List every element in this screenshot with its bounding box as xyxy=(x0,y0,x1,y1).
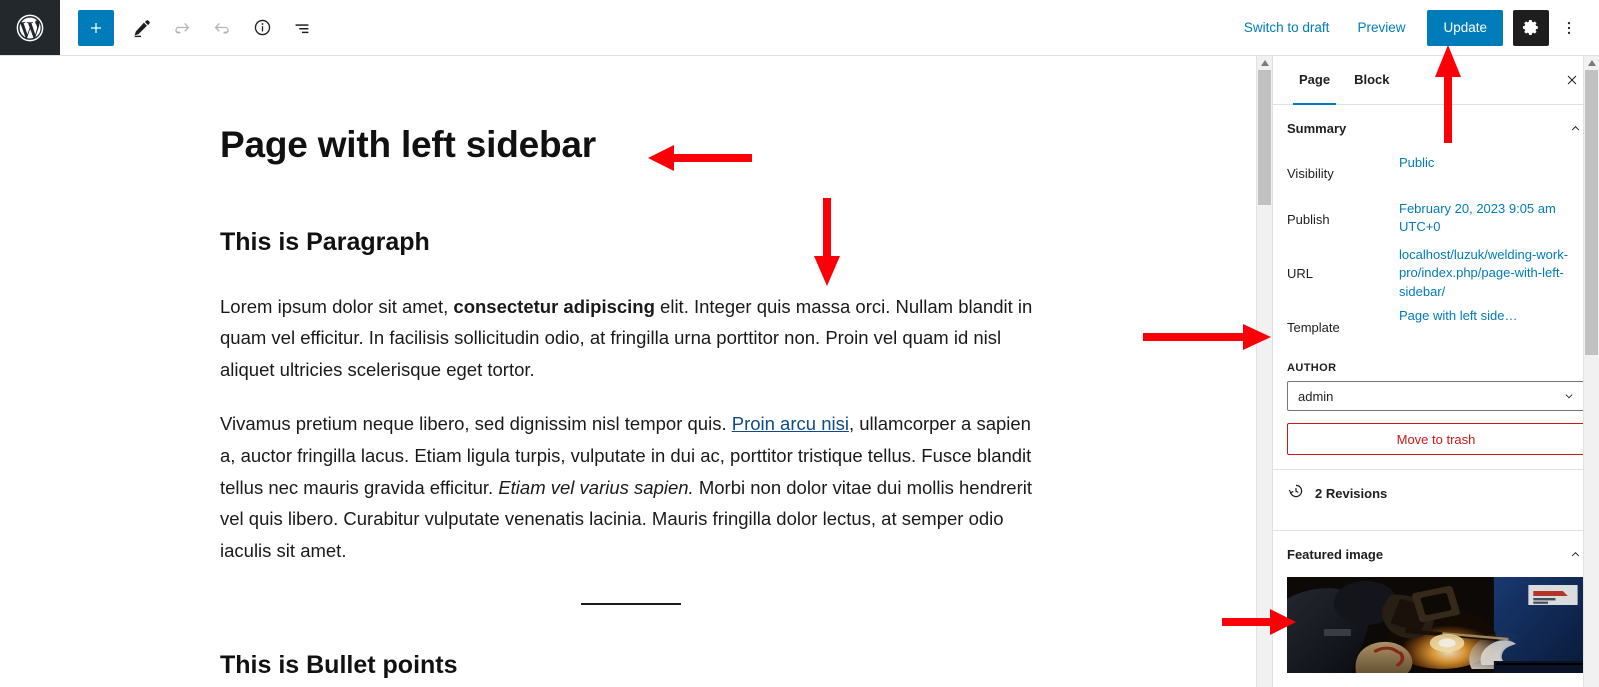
settings-sidebar: Page Block Summary Visibility Public Pub… xyxy=(1272,56,1599,687)
paragraph-1-bold-text: consectetur adipiscing xyxy=(453,295,655,317)
editor-canvas: Page with left sidebar This is Paragraph… xyxy=(60,56,1256,687)
page-title[interactable]: Page with left sidebar xyxy=(220,124,1060,167)
template-row: Template Page with left side… xyxy=(1287,304,1585,350)
redo-button[interactable] xyxy=(204,10,240,46)
update-button[interactable]: Update xyxy=(1427,9,1503,46)
document-details-button[interactable] xyxy=(244,10,280,46)
horizontal-rule-separator xyxy=(581,603,681,606)
url-label: URL xyxy=(1287,265,1314,281)
scroll-up-arrow-icon[interactable] xyxy=(1257,56,1272,70)
edit-mode-button[interactable] xyxy=(124,10,160,46)
add-block-button[interactable] xyxy=(78,9,114,46)
url-value[interactable]: localhost/luzuk/welding-work-pro/index.p… xyxy=(1399,246,1585,301)
revisions-count-label: 2 Revisions xyxy=(1315,485,1388,501)
chevron-up-icon xyxy=(1565,118,1585,138)
kebab-menu-icon[interactable] xyxy=(1553,10,1585,46)
toolbar-right-group: Switch to draft Preview Update xyxy=(1230,0,1599,55)
chevron-up-icon xyxy=(1565,544,1585,564)
preview-button[interactable]: Preview xyxy=(1343,14,1419,41)
editor-toolbar: Switch to draft Preview Update xyxy=(0,0,1599,56)
post-content-column: Page with left sidebar This is Paragraph… xyxy=(220,56,1060,680)
author-selected-value: admin xyxy=(1298,388,1334,404)
url-row: URL localhost/luzuk/welding-work-pro/ind… xyxy=(1287,243,1585,304)
gear-icon[interactable] xyxy=(1513,9,1549,46)
switch-to-draft-button[interactable]: Switch to draft xyxy=(1230,14,1344,41)
summary-meta-rows: Visibility Public Publish February 20, 2… xyxy=(1273,151,1599,358)
heading-this-is-paragraph[interactable]: This is Paragraph xyxy=(220,227,1060,257)
clock-revisions-icon xyxy=(1287,482,1305,505)
tab-block[interactable]: Block xyxy=(1342,56,1401,104)
sidebar-scrollbar-thumb[interactable] xyxy=(1258,70,1271,205)
chevron-down-icon xyxy=(1562,389,1576,403)
publish-value[interactable]: February 20, 2023 9:05 am UTC+0 xyxy=(1399,200,1585,237)
paragraph-1-text-part1: Lorem ipsum dolor sit amet, xyxy=(220,295,454,317)
summary-panel-header[interactable]: Summary xyxy=(1273,105,1599,151)
paragraph-block-1[interactable]: Lorem ipsum dolor sit amet, consectetur … xyxy=(220,291,1042,386)
tab-page[interactable]: Page xyxy=(1287,56,1342,105)
proin-arcu-nisi-link[interactable]: Proin arcu nisi xyxy=(732,413,849,434)
list-view-button[interactable] xyxy=(284,10,320,46)
publish-label: Publish xyxy=(1287,212,1330,228)
sidebar-tab-bar: Page Block xyxy=(1273,56,1599,105)
undo-button[interactable] xyxy=(164,10,200,46)
template-label: Template xyxy=(1287,319,1340,335)
toolbar-left-group xyxy=(60,0,320,55)
page-scroll-up-arrow-icon[interactable] xyxy=(1584,56,1599,70)
settings-sidebar-region: Page Block Summary Visibility Public Pub… xyxy=(1256,56,1599,687)
heading-this-is-bullet-points[interactable]: This is Bullet points xyxy=(220,651,1060,680)
summary-panel-title: Summary xyxy=(1287,120,1347,136)
author-select[interactable]: admin xyxy=(1287,381,1585,412)
page-outer-scrollbar[interactable] xyxy=(1583,56,1599,687)
move-to-trash-button[interactable]: Move to trash xyxy=(1287,423,1585,456)
paragraph-block-2[interactable]: Vivamus pretium neque libero, sed dignis… xyxy=(220,408,1042,567)
separator-block[interactable] xyxy=(220,603,1042,606)
visibility-row: Visibility Public xyxy=(1287,151,1585,197)
featured-image-panel-header[interactable]: Featured image xyxy=(1273,531,1599,577)
visibility-label: Visibility xyxy=(1287,166,1334,182)
visibility-value[interactable]: Public xyxy=(1399,154,1585,173)
featured-image-panel-title: Featured image xyxy=(1287,546,1384,562)
paragraph-2-text-part1: Vivamus pretium neque libero, sed dignis… xyxy=(220,412,732,434)
revisions-row[interactable]: 2 Revisions xyxy=(1273,470,1599,516)
template-value[interactable]: Page with left side… xyxy=(1399,307,1585,326)
wordpress-block-editor: Switch to draft Preview Update Page with… xyxy=(0,0,1599,687)
page-scrollbar-thumb[interactable] xyxy=(1585,70,1598,355)
featured-image-thumbnail[interactable] xyxy=(1287,577,1585,674)
sidebar-inner-scrollbar[interactable] xyxy=(1256,56,1272,687)
author-section: AUTHOR admin xyxy=(1273,358,1599,412)
paragraph-2-italic-text: Etiam vel varius sapien. xyxy=(498,476,694,498)
publish-row: Publish February 20, 2023 9:05 am UTC+0 xyxy=(1287,197,1585,243)
author-label: AUTHOR xyxy=(1287,362,1337,375)
wordpress-logo-icon[interactable] xyxy=(0,0,60,55)
